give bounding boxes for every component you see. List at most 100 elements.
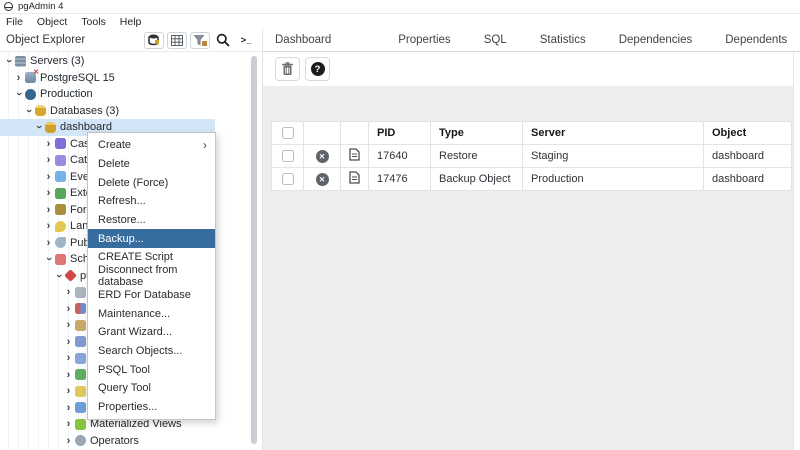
filter-icon[interactable] <box>190 31 210 49</box>
cancel-icon[interactable]: ✕ <box>315 172 329 186</box>
schema-icon <box>64 269 77 283</box>
view-data-grid-icon[interactable] <box>167 31 187 49</box>
menu-object[interactable]: Object <box>37 16 67 28</box>
table-header-row: PID Type Server Object <box>271 121 792 145</box>
chevron-right-icon[interactable] <box>64 435 73 447</box>
connect-database-icon[interactable] <box>144 31 164 49</box>
chevron-right-icon[interactable] <box>64 336 73 348</box>
tree-item-databases[interactable]: Databases (3) <box>0 103 250 120</box>
chevron-down-icon[interactable] <box>4 55 13 67</box>
menu-item-backup[interactable]: Backup... <box>88 229 215 249</box>
object-explorer-toolbar: >_ <box>144 31 262 49</box>
chevron-right-icon[interactable] <box>44 187 53 199</box>
menu-tools[interactable]: Tools <box>81 16 106 28</box>
main-scrollbar-track[interactable] <box>793 52 800 450</box>
chevron-right-icon[interactable] <box>44 204 53 216</box>
server-disconnected-icon <box>25 68 39 84</box>
menu-item-create[interactable]: Create <box>88 136 215 155</box>
cell-object: dashboard <box>703 144 792 168</box>
row-checkbox[interactable] <box>281 173 294 186</box>
cell-pid: 17640 <box>368 144 431 168</box>
submenu-arrow-icon <box>203 138 207 152</box>
menu-help[interactable]: Help <box>120 16 142 28</box>
menu-item-psql-tool[interactable]: PSQL Tool <box>88 360 215 379</box>
chevron-down-icon[interactable] <box>34 121 43 133</box>
tree-scrollbar-thumb[interactable] <box>251 56 257 444</box>
select-all-checkbox[interactable] <box>281 127 294 140</box>
menu-item-search-objects[interactable]: Search Objects... <box>88 342 215 361</box>
fts-templates-icon <box>75 385 86 397</box>
database-group-icon <box>35 105 46 117</box>
chevron-down-icon[interactable] <box>14 88 23 100</box>
chevron-right-icon[interactable] <box>44 171 53 183</box>
chevron-right-icon[interactable] <box>44 154 53 166</box>
details-icon[interactable] <box>349 148 360 161</box>
chevron-down-icon[interactable] <box>44 253 53 265</box>
tree-item-postgresql-15[interactable]: PostgreSQL 15 <box>0 68 250 87</box>
chevron-down-icon[interactable] <box>24 105 33 117</box>
chevron-right-icon[interactable] <box>14 72 23 84</box>
foreign-tables-icon <box>75 402 86 414</box>
menu-item-query-tool[interactable]: Query Tool <box>88 379 215 398</box>
chevron-right-icon[interactable] <box>64 418 73 430</box>
column-header-server[interactable]: Server <box>522 121 704 145</box>
object-explorer-title: Object Explorer <box>6 34 86 46</box>
tab-statistics[interactable]: Statistics <box>538 29 588 52</box>
servers-icon <box>15 55 26 67</box>
cell-type: Backup Object <box>430 167 523 191</box>
delete-process-button[interactable] <box>275 57 300 81</box>
menu-item-grant-wizard[interactable]: Grant Wizard... <box>88 323 215 342</box>
table-row[interactable]: ✕ 17640 Restore Staging dashboard <box>271 144 792 168</box>
trash-icon <box>282 62 293 75</box>
operators-icon <box>75 435 86 447</box>
chevron-right-icon[interactable] <box>64 286 73 298</box>
chevron-right-icon[interactable] <box>64 303 73 315</box>
cell-pid: 17476 <box>368 167 431 191</box>
table-row[interactable]: ✕ 17476 Backup Object Production dashboa… <box>271 167 792 191</box>
chevron-right-icon[interactable] <box>64 352 73 364</box>
search-icon[interactable] <box>213 31 233 49</box>
chevron-right-icon[interactable] <box>64 369 73 381</box>
chevron-right-icon[interactable] <box>64 402 73 414</box>
chevron-right-icon[interactable] <box>64 319 73 331</box>
menu-item-refresh[interactable]: Refresh... <box>88 192 215 211</box>
tab-properties[interactable]: Properties <box>396 29 452 52</box>
processes-content: PID Type Server Object ✕ 17640 Restore S… <box>263 86 793 450</box>
column-header-type[interactable]: Type <box>430 121 523 145</box>
tab-dependents[interactable]: Dependents <box>723 29 789 52</box>
chevron-down-icon[interactable] <box>54 270 63 282</box>
cell-object: dashboard <box>703 167 792 191</box>
cell-server: Production <box>522 167 704 191</box>
menu-item-erd-for-database[interactable]: ERD For Database <box>88 286 215 305</box>
tree-item-operators[interactable]: Operators <box>0 433 250 450</box>
chevron-right-icon[interactable] <box>44 138 53 150</box>
row-checkbox[interactable] <box>281 150 294 163</box>
extensions-icon <box>55 187 66 199</box>
menu-item-properties[interactable]: Properties... <box>88 398 215 417</box>
chevron-right-icon[interactable] <box>64 385 73 397</box>
tab-dependencies[interactable]: Dependencies <box>617 29 695 52</box>
materialized-views-icon <box>75 418 86 430</box>
menu-file[interactable]: File <box>6 16 23 28</box>
menu-item-restore[interactable]: Restore... <box>88 211 215 230</box>
cancel-icon[interactable]: ✕ <box>315 149 329 163</box>
chevron-right-icon[interactable] <box>44 237 53 249</box>
processes-toolbar: ? <box>263 52 800 86</box>
object-explorer-header: Object Explorer >_ <box>0 29 262 52</box>
help-button[interactable]: ? <box>305 57 330 81</box>
tree-item-servers[interactable]: Servers (3) <box>0 53 250 70</box>
column-header-object[interactable]: Object <box>703 121 792 145</box>
languages-icon <box>55 220 66 232</box>
terminal-icon[interactable]: >_ <box>236 31 256 49</box>
chevron-right-icon[interactable] <box>44 220 53 232</box>
tab-dashboard[interactable]: Dashboard <box>273 29 333 52</box>
menu-item-delete[interactable]: Delete <box>88 155 215 174</box>
tab-sql[interactable]: SQL <box>482 29 509 52</box>
menu-item-disconnect-from-database[interactable]: Disconnect from database <box>88 264 215 288</box>
tree-item-production[interactable]: Production <box>0 86 250 103</box>
cell-type: Restore <box>430 144 523 168</box>
menu-item-delete-force[interactable]: Delete (Force) <box>88 173 215 192</box>
column-header-pid[interactable]: PID <box>368 121 431 145</box>
menu-item-maintenance[interactable]: Maintenance... <box>88 304 215 323</box>
details-icon[interactable] <box>349 171 360 184</box>
